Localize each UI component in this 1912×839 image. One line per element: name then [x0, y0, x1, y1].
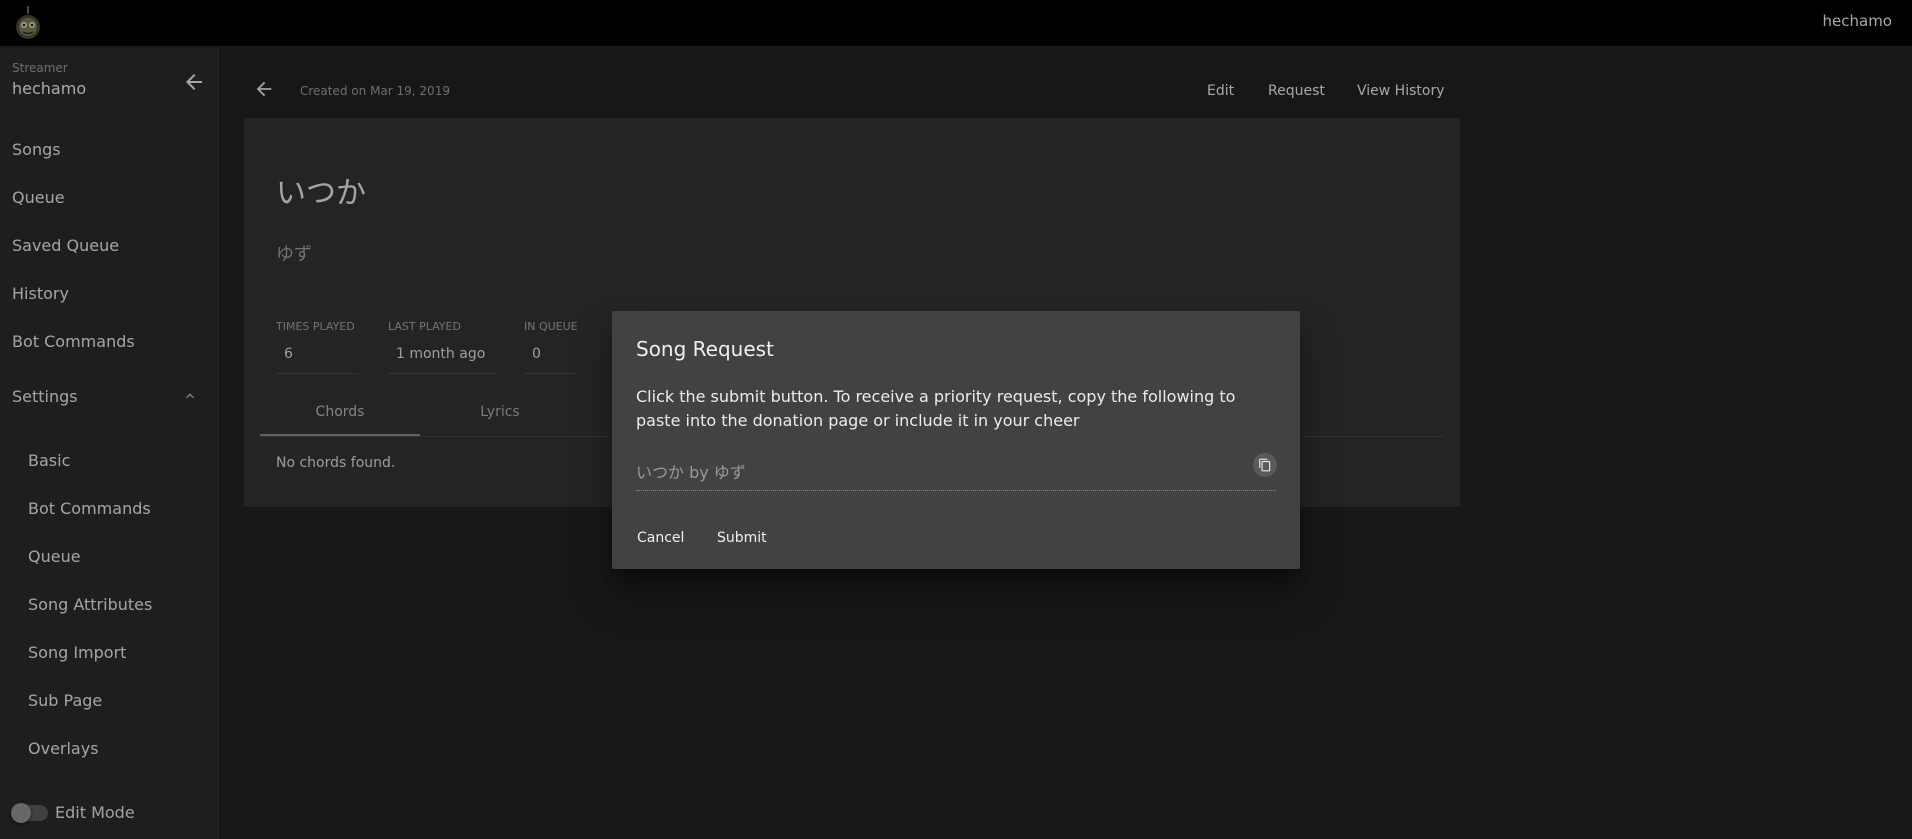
copy-text-field[interactable]: [636, 451, 1276, 491]
dialog-text: Click the submit button. To receive a pr…: [636, 387, 1236, 430]
cancel-button[interactable]: Cancel: [621, 520, 700, 556]
dialog-title: Song Request: [636, 337, 774, 361]
song-request-dialog: Song Request Click the submit button. To…: [612, 311, 1300, 569]
copy-button[interactable]: [1253, 453, 1277, 477]
copy-icon: [1259, 458, 1271, 472]
submit-button[interactable]: Submit: [701, 520, 783, 556]
